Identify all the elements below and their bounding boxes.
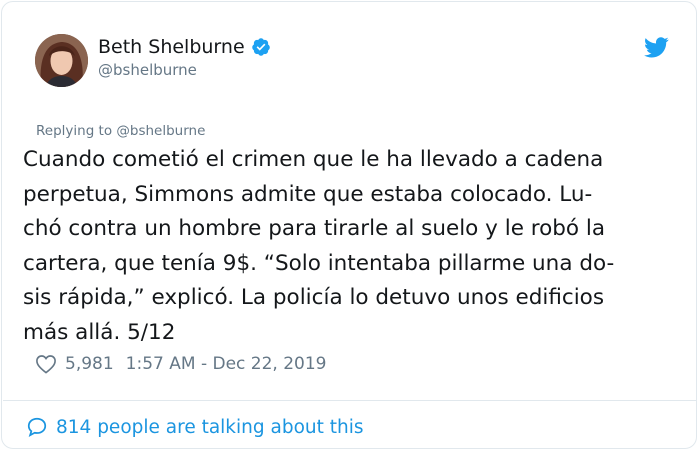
avatar[interactable]: [35, 34, 88, 87]
twitter-bird-icon[interactable]: [644, 37, 669, 58]
replying-to-label[interactable]: Replying to @bshelburne: [36, 123, 205, 139]
divider: [3, 400, 697, 401]
heart-icon[interactable]: [35, 354, 57, 374]
author-handle[interactable]: @bshelburne: [98, 61, 197, 79]
conversation-link[interactable]: 814 people are talking about this: [26, 416, 364, 438]
verified-badge-icon: [251, 38, 270, 56]
author-name-row[interactable]: Beth Shelburne: [98, 36, 271, 58]
author-name[interactable]: Beth Shelburne: [98, 36, 245, 58]
tweet-card: Beth Shelburne @bshelburne Replying to @…: [1, 1, 697, 449]
timestamp[interactable]: 1:57 AM - Dec 22, 2019: [126, 354, 327, 374]
speech-bubble-icon: [27, 417, 47, 438]
tweet-text: Cuando cometió el crimen que le ha lleva…: [23, 147, 615, 345]
avatar-photo: [35, 34, 88, 87]
tweet-meta: 5,981 1:57 AM - Dec 22, 2019: [35, 354, 327, 374]
conversation-label[interactable]: 814 people are talking about this: [56, 417, 364, 438]
like-count[interactable]: 5,981: [65, 354, 114, 374]
